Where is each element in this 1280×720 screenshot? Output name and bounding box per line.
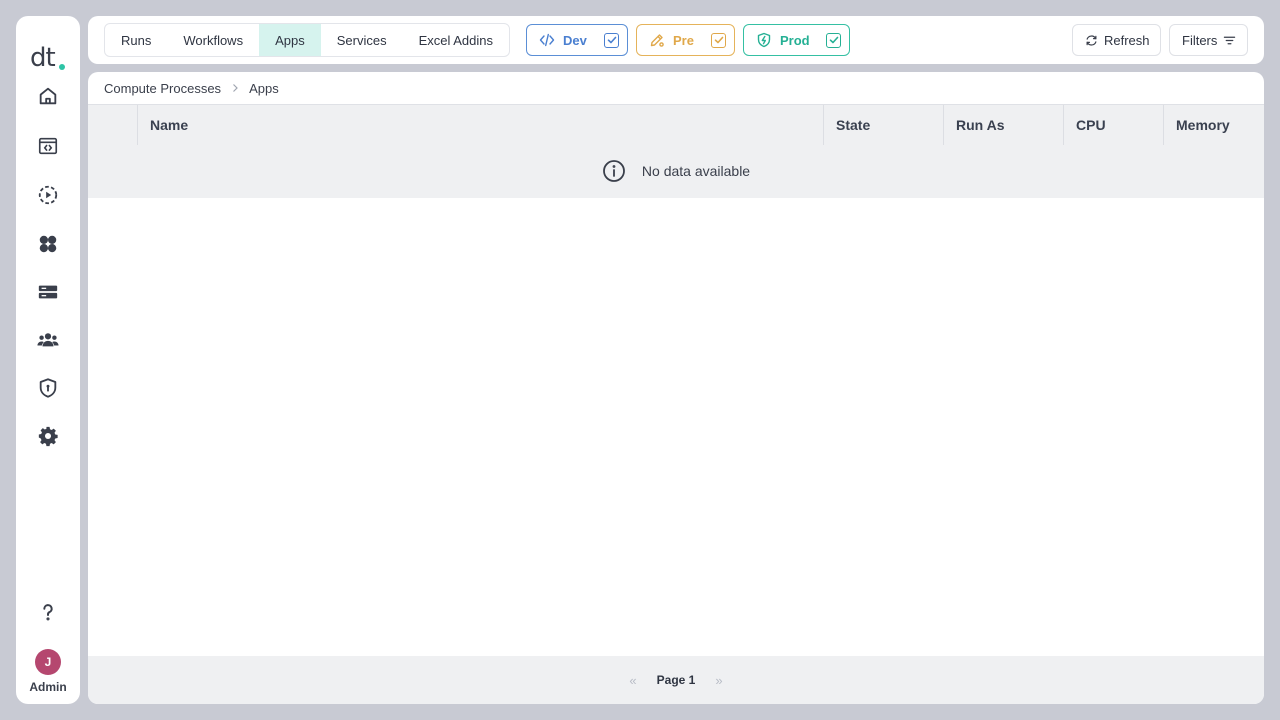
pagination: « Page 1 » [88,656,1264,704]
header-select-column[interactable] [88,105,138,145]
chevron-right-icon [230,83,240,93]
column-header-run-as[interactable]: Run As [943,105,1063,145]
table-header: Name State Run As CPU Memory [88,105,1264,145]
refresh-icon [1086,34,1097,46]
refresh-label: Refresh [1104,32,1150,48]
breadcrumb-item-compute-processes[interactable]: Compute Processes [104,81,221,96]
env-checkbox-dev[interactable] [604,32,619,48]
sidebar: dt J Admin [16,16,80,704]
check-icon [829,36,838,44]
env-toggle-dev[interactable]: Dev [526,24,628,56]
filter-lines-icon [1224,36,1236,44]
question-icon[interactable] [36,600,60,624]
apps-table: Name State Run As CPU Memory No data ava… [88,104,1264,198]
env-checkbox-prod[interactable] [826,32,841,48]
empty-state-message: No data available [641,163,751,179]
apps-grid-icon[interactable] [36,232,60,256]
filters-label: Filters [1182,32,1218,48]
shield-bolt-icon [757,32,771,48]
gear-icon[interactable] [36,424,60,448]
page-label: Page 1 [656,673,696,687]
home-icon[interactable] [36,84,60,108]
env-label-pre: Pre [673,32,694,48]
env-toggle-prod[interactable]: Prod [743,24,850,56]
check-icon [607,36,616,44]
avatar[interactable]: J [35,649,61,675]
column-header-cpu[interactable]: CPU [1063,105,1163,145]
env-toggle-pre[interactable]: Pre [636,24,735,56]
env-label-prod: Prod [780,32,810,48]
process-tabs: Runs Workflows Apps Services Excel Addin… [104,23,510,57]
tab-excel-addins[interactable]: Excel Addins [403,24,509,56]
pencil-icon [650,34,664,47]
tab-runs[interactable]: Runs [105,24,167,56]
column-header-state[interactable]: State [823,105,943,145]
info-icon [603,160,625,182]
breadcrumb: Compute Processes Apps [104,80,279,96]
next-page-icon[interactable]: » [715,673,722,688]
code-window-icon[interactable] [36,134,60,158]
check-icon [714,36,723,44]
code-icon [539,33,555,47]
tab-apps[interactable]: Apps [259,24,321,56]
app-logo[interactable]: dt [30,44,70,72]
env-checkbox-pre[interactable] [711,32,726,48]
users-icon[interactable] [36,328,60,352]
play-circle-icon[interactable] [36,183,60,207]
empty-state: No data available [88,157,1264,185]
logo-text: dt [30,43,56,73]
shield-keyhole-icon[interactable] [36,376,60,400]
avatar-initial: J [44,655,52,669]
refresh-button[interactable]: Refresh [1072,24,1161,56]
top-bar: Runs Workflows Apps Services Excel Addin… [88,16,1264,64]
env-label-dev: Dev [563,32,587,48]
column-header-memory[interactable]: Memory [1163,105,1264,145]
tab-workflows[interactable]: Workflows [167,24,259,56]
column-header-name[interactable]: Name [137,105,823,145]
filters-button[interactable]: Filters [1169,24,1248,56]
previous-page-icon[interactable]: « [629,673,636,688]
server-icon[interactable] [36,280,60,304]
user-role-label: Admin [29,680,67,694]
logo-dot [59,64,65,70]
tab-services[interactable]: Services [321,24,403,56]
breadcrumb-item-apps: Apps [249,80,279,96]
main-panel: Compute Processes Apps Name State Run As… [88,72,1264,704]
